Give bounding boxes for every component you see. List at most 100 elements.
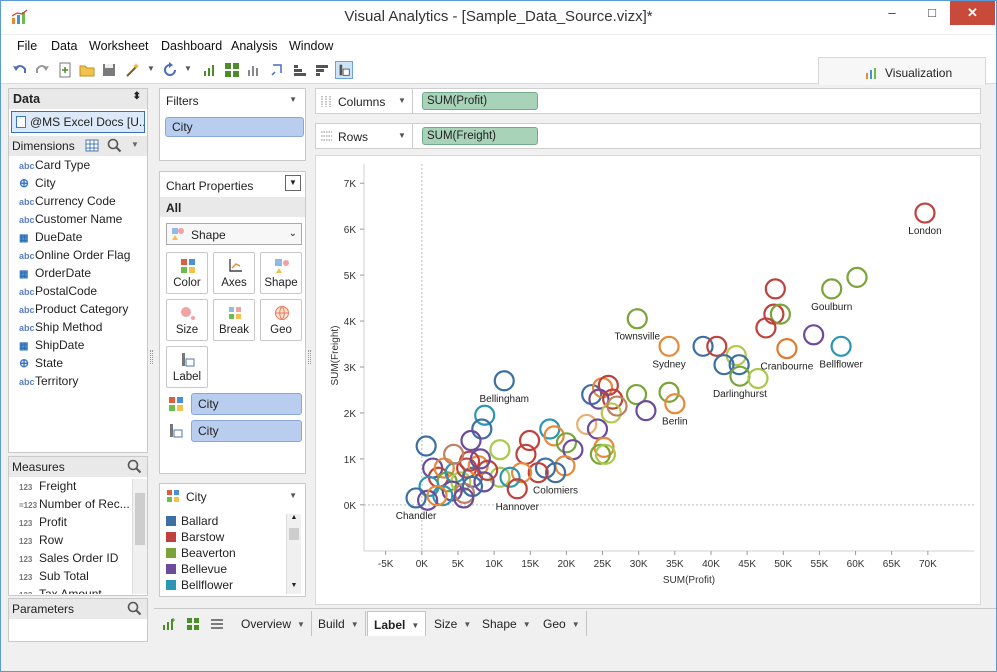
wizard-dropdown-caret[interactable]: ▼ — [147, 64, 155, 73]
visualization-tab[interactable]: Visualization — [818, 57, 986, 85]
legend-item[interactable]: Barstow — [166, 530, 224, 544]
dimensions-dropdown-caret[interactable]: ▼ — [131, 140, 139, 149]
data-point[interactable] — [846, 266, 868, 288]
measure-item[interactable]: 123 Sales Order ID — [19, 551, 118, 569]
dimension-item[interactable]: ▦ OrderDate — [19, 266, 91, 284]
sort-descending-icon[interactable] — [313, 61, 331, 79]
pane-splitter-grip[interactable] — [150, 350, 153, 364]
mark-type-select[interactable]: Shape ⌄ — [166, 223, 302, 245]
new-file-icon[interactable] — [56, 61, 74, 79]
dimension-item[interactable]: ▦ DueDate — [19, 230, 82, 248]
measure-item[interactable]: 123 Sub Total — [19, 569, 89, 587]
refresh-dropdown-caret[interactable]: ▼ — [184, 64, 192, 73]
geo-button[interactable]: Geo — [260, 299, 302, 341]
data-point[interactable] — [821, 278, 843, 300]
add-dashboard-icon[interactable] — [223, 61, 241, 79]
data-point[interactable] — [776, 338, 798, 360]
tab-dropdown-caret[interactable]: ▼ — [297, 620, 305, 629]
search-icon[interactable] — [127, 601, 142, 616]
data-point[interactable] — [755, 317, 777, 339]
dimension-item[interactable]: abcShip Method — [19, 320, 102, 338]
tab-dropdown-caret[interactable]: ▼ — [523, 620, 531, 629]
menu-worksheet[interactable]: Worksheet — [89, 39, 149, 53]
open-folder-icon[interactable] — [78, 61, 96, 79]
rows-pill-freight[interactable]: SUM(Freight) — [422, 127, 538, 145]
redo-icon[interactable] — [33, 61, 51, 79]
menu-file[interactable]: File — [17, 39, 37, 53]
data-point[interactable] — [626, 308, 648, 330]
data-point[interactable] — [471, 418, 493, 440]
measure-item[interactable]: 123 Profit — [19, 515, 67, 533]
tab-dropdown-caret[interactable]: ▼ — [411, 621, 419, 630]
break-button[interactable]: Break — [213, 299, 255, 341]
data-point[interactable] — [658, 335, 680, 357]
data-point[interactable] — [443, 443, 465, 465]
scroll-up-arrow[interactable]: ▲ — [287, 514, 301, 526]
data-point[interactable] — [764, 278, 786, 300]
data-point[interactable] — [706, 335, 728, 357]
axes-button[interactable]: Axes — [213, 252, 255, 294]
label-field-pill[interactable]: City — [191, 420, 302, 442]
label-button[interactable]: Label — [166, 346, 208, 388]
pane-splitter-grip[interactable] — [308, 350, 311, 364]
data-point[interactable] — [539, 418, 561, 440]
refresh-icon[interactable] — [161, 61, 179, 79]
tab-label[interactable]: Label ▼ — [367, 611, 427, 636]
add-dashboard-icon[interactable] — [186, 617, 200, 631]
menu-window[interactable]: Window — [289, 39, 333, 53]
legend-item[interactable]: Bellevue — [166, 562, 227, 576]
tab-shape[interactable]: Shape ▼ — [476, 611, 538, 636]
search-icon[interactable] — [127, 459, 142, 474]
tab-dropdown-caret[interactable]: ▼ — [351, 620, 359, 629]
data-source-selector[interactable]: @MS Excel Docs [U... — [11, 111, 145, 133]
wizard-icon[interactable] — [124, 61, 142, 79]
data-point[interactable] — [489, 439, 511, 461]
chart-properties-dropdown[interactable]: ▼ — [285, 175, 301, 191]
swap-axes-icon[interactable] — [269, 61, 287, 79]
measures-scroll-thumb[interactable] — [135, 493, 145, 545]
dimension-item[interactable]: abcOnline Order Flag — [19, 248, 130, 266]
filters-dropdown-caret[interactable]: ▼ — [289, 95, 297, 104]
data-point[interactable] — [586, 418, 609, 440]
scroll-down-arrow[interactable]: ▼ — [287, 582, 301, 594]
data-point[interactable] — [597, 374, 619, 396]
dimension-item[interactable]: abcCard Type — [19, 158, 90, 176]
data-pane-sort-icon[interactable]: ⬍ — [133, 91, 141, 102]
legend-item[interactable]: Bellflower — [166, 578, 233, 592]
save-icon[interactable] — [100, 61, 118, 79]
data-point[interactable] — [515, 443, 537, 465]
sort-ascending-icon[interactable] — [291, 61, 309, 79]
data-point[interactable] — [518, 429, 541, 452]
data-point[interactable] — [576, 413, 598, 436]
legend-item[interactable]: Bellingham — [166, 594, 240, 596]
search-icon[interactable] — [107, 138, 122, 153]
table-view-icon[interactable] — [85, 139, 99, 152]
data-point[interactable] — [460, 429, 482, 452]
close-button[interactable]: ✕ — [950, 1, 995, 25]
list-icon[interactable] — [210, 618, 224, 630]
data-point[interactable] — [658, 381, 680, 403]
data-point[interactable] — [635, 400, 657, 422]
tab-dropdown-caret[interactable]: ▼ — [463, 620, 471, 629]
menu-data[interactable]: Data — [51, 39, 77, 53]
dimension-item[interactable]: abcPostalCode — [19, 284, 97, 302]
data-point[interactable] — [830, 335, 852, 357]
tab-overview[interactable]: Overview ▼ — [235, 611, 312, 636]
data-point[interactable] — [729, 365, 751, 387]
measures-scrollbar[interactable] — [132, 479, 147, 594]
data-point[interactable] — [803, 324, 825, 346]
color-button[interactable]: Color — [166, 252, 208, 294]
tab-build[interactable]: Build ▼ — [312, 611, 366, 636]
measure-item[interactable]: 123 Freight — [19, 479, 76, 497]
scatter-chart[interactable]: 0K 1K 2K 3K 4K 5K 6K 7K -5K 0K 5K 10K 15K 20K 25K 30K 35… — [316, 156, 980, 604]
data-point[interactable] — [493, 370, 515, 392]
undo-icon[interactable] — [11, 61, 29, 79]
show-labels-icon[interactable] — [335, 61, 353, 79]
data-point[interactable] — [474, 404, 496, 426]
dimension-item[interactable]: abcCurrency Code — [19, 194, 116, 212]
add-chart-icon[interactable] — [162, 617, 176, 631]
measure-item[interactable]: 123Tax Amount — [19, 587, 102, 594]
dimension-item[interactable]: ▦ ShipDate — [19, 338, 84, 356]
columns-pill-profit[interactable]: SUM(Profit) — [422, 92, 538, 110]
data-point[interactable] — [664, 393, 686, 415]
